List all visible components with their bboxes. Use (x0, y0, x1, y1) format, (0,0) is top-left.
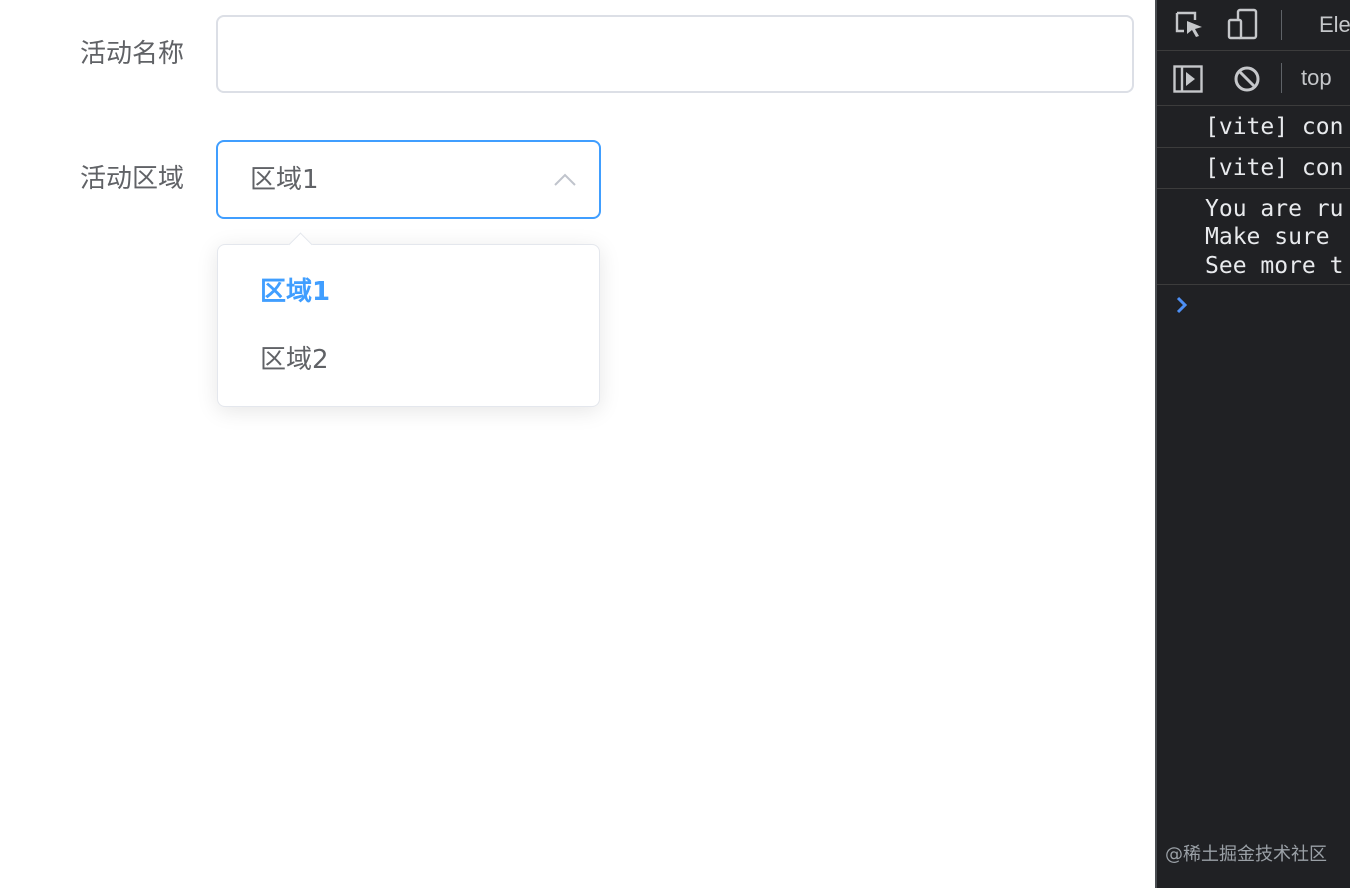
devtools-toolbar: Ele (1157, 0, 1350, 51)
chevron-up-icon (554, 173, 576, 186)
device-toolbar-icon[interactable] (1227, 8, 1259, 40)
form-panel: 活动名称 活动区域 区域1 区域1 区域2 (0, 0, 1155, 888)
sidebar-toggle-icon[interactable] (1173, 65, 1203, 93)
console-message: [vite] con (1157, 106, 1350, 148)
console-message: [vite] con (1157, 148, 1350, 189)
console-message-text: You are ru (1205, 196, 1344, 222)
activity-name-input[interactable] (218, 17, 1132, 91)
clear-console-icon[interactable] (1233, 65, 1261, 93)
console-message: You are ru Make sure See more t (1157, 189, 1350, 285)
console-message-text: Make sure (1205, 224, 1330, 250)
toolbar-divider (1281, 10, 1282, 40)
tab-elements[interactable]: Ele (1319, 12, 1350, 38)
activity-region-select[interactable]: 区域1 (216, 140, 601, 219)
watermark: @稀土掘金技术社区 (1165, 844, 1327, 865)
devtools-panel: Ele top [vite] con [vite] con You are ru… (1155, 0, 1350, 888)
dropdown-arrow (288, 232, 313, 257)
inspect-element-icon[interactable] (1175, 11, 1205, 39)
console-toolbar: top (1157, 51, 1350, 106)
console-message-text: See more t (1205, 253, 1344, 279)
dropdown-option-region2[interactable]: 区域2 (260, 340, 329, 380)
region-dropdown: 区域1 区域2 (217, 232, 600, 407)
activity-name-label: 活动名称 (80, 39, 185, 69)
activity-region-label: 活动区域 (80, 164, 185, 194)
activity-name-field[interactable] (216, 15, 1134, 93)
dropdown-option-region1[interactable]: 区域1 (260, 272, 330, 312)
toolbar-divider (1281, 63, 1282, 93)
prompt-chevron-icon[interactable] (1175, 294, 1189, 316)
console-message-text: [vite] con (1205, 114, 1344, 140)
select-current-value: 区域1 (250, 165, 319, 195)
context-selector[interactable]: top (1301, 65, 1332, 91)
console-message-text: [vite] con (1205, 155, 1344, 181)
